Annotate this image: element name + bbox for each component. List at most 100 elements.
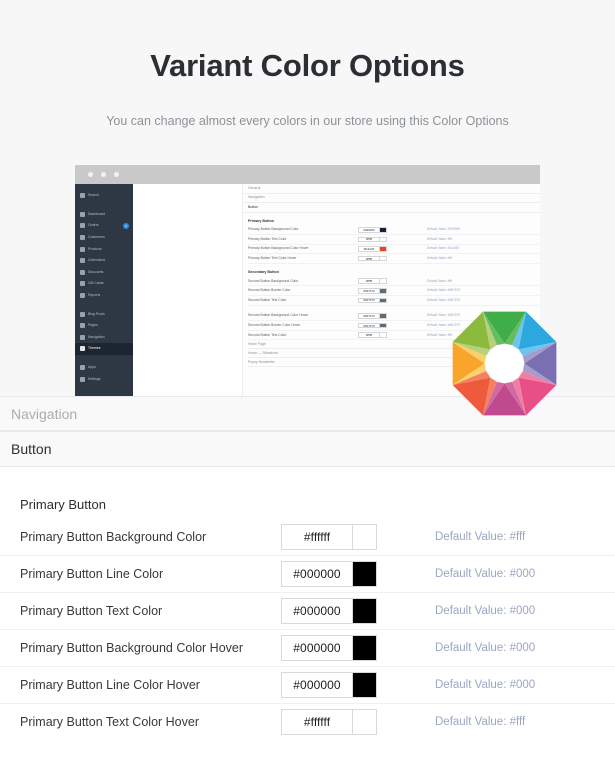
panel-section-navigation[interactable]: Navigation xyxy=(243,194,540,204)
panel-setting-row: Second Button Background Color#ffffff Def… xyxy=(248,277,540,287)
panel-default-value: Default Value: #fff xyxy=(427,237,452,242)
panel-color-control[interactable]: #667679 xyxy=(358,288,387,294)
sidebar-item-gift-cards[interactable]: Gift Cards xyxy=(75,278,133,290)
color-hex-input[interactable]: #000000 xyxy=(281,598,353,624)
panel-setting-row: Primary Button Text Color#ffffffDefault … xyxy=(248,235,540,245)
color-control[interactable]: #000000 xyxy=(281,672,377,698)
panel-color-swatch[interactable] xyxy=(380,227,387,233)
sidebar-item-orders[interactable]: Orders3 xyxy=(75,220,133,232)
panel-color-input[interactable]: #667679 xyxy=(358,288,380,294)
panel-color-input[interactable]: #ffffff xyxy=(358,237,380,243)
sidebar-item-pages[interactable]: Pages xyxy=(75,320,133,332)
panel-color-input[interactable]: #ffffff xyxy=(358,256,380,262)
panel-color-input[interactable]: #ffffff xyxy=(358,278,380,284)
color-control[interactable]: #000000 xyxy=(281,598,377,624)
panel-color-input[interactable]: #667679 xyxy=(358,323,380,329)
panel-color-input[interactable]: #667679 xyxy=(358,313,380,319)
sidebar-item-search[interactable]: Search xyxy=(75,190,133,202)
panel-color-input[interactable]: #090909 xyxy=(358,227,380,233)
cart-icon xyxy=(80,223,85,228)
sidebar-group-gap xyxy=(75,301,133,308)
panel-color-control[interactable]: #667679 xyxy=(358,313,387,319)
post-icon xyxy=(80,312,85,317)
color-swatch[interactable] xyxy=(353,598,377,624)
panel-section-button[interactable]: Button xyxy=(243,203,540,213)
panel-color-swatch[interactable] xyxy=(380,256,387,262)
panel-color-control[interactable]: #f14d30 xyxy=(358,246,387,252)
panel-color-swatch[interactable] xyxy=(380,298,387,304)
sidebar-item-collections[interactable]: Collections xyxy=(75,255,133,267)
panel-setting-label: Second Button Text Color xyxy=(248,298,356,303)
section-header-button[interactable]: Button xyxy=(0,431,615,467)
panel-color-swatch[interactable] xyxy=(380,313,387,319)
color-swatch[interactable] xyxy=(353,709,377,735)
sidebar-item-products[interactable]: Products xyxy=(75,243,133,255)
default-value-label: Default Value: #fff xyxy=(435,714,525,730)
color-hex-input[interactable]: #ffffff xyxy=(281,709,353,735)
sidebar-item-label: Search xyxy=(88,193,99,198)
color-hex-input[interactable]: #000000 xyxy=(281,672,353,698)
color-control[interactable]: #ffffff xyxy=(281,709,377,735)
sidebar-item-settings[interactable]: Settings xyxy=(75,373,133,385)
panel-color-control[interactable]: #ffffff xyxy=(358,237,387,243)
sidebar-item-label: Orders xyxy=(88,223,99,228)
color-hex-input[interactable]: #000000 xyxy=(281,635,353,661)
default-value-label: Default Value: #fff xyxy=(435,529,525,545)
color-control[interactable]: #000000 xyxy=(281,635,377,661)
color-swatch[interactable] xyxy=(353,524,377,550)
panel-color-control[interactable]: #090909 xyxy=(358,227,387,233)
panel-color-swatch[interactable] xyxy=(380,237,387,243)
percent-icon xyxy=(80,270,85,275)
sidebar-item-blog-posts[interactable]: Blog Posts xyxy=(75,308,133,320)
section-header-navigation-label: Navigation xyxy=(11,405,77,423)
setting-label: Primary Button Line Color xyxy=(20,565,163,583)
panel-default-value: Default Value: #fff xyxy=(427,279,452,284)
panel-color-input[interactable]: #667679 xyxy=(358,298,380,304)
panel-color-swatch[interactable] xyxy=(380,323,387,329)
color-swatch[interactable] xyxy=(353,635,377,661)
panel-color-control[interactable]: #ffffff xyxy=(358,278,387,284)
panel-default-value: Default Value: #fff xyxy=(427,256,452,261)
sidebar-item-apps[interactable]: Apps xyxy=(75,362,133,374)
panel-section-label: General xyxy=(248,186,260,191)
grid-icon xyxy=(80,258,85,263)
admin-sidebar: Search DashboardOrders3 Customers Products C… xyxy=(75,184,133,396)
panel-section-general[interactable]: General xyxy=(243,184,540,194)
panel-color-swatch[interactable] xyxy=(380,278,387,284)
panel-color-control[interactable]: #667679 xyxy=(358,298,387,304)
color-control[interactable]: #ffffff xyxy=(281,524,377,550)
panel-color-swatch[interactable] xyxy=(380,288,387,294)
sidebar-item-label: Customers xyxy=(88,235,105,240)
sidebar-item-reports[interactable]: Reports xyxy=(75,290,133,302)
color-control[interactable]: #000000 xyxy=(281,561,377,587)
panel-color-control[interactable]: #ffffff xyxy=(358,332,387,338)
sidebar-item-discounts[interactable]: Discounts xyxy=(75,267,133,279)
panel-color-swatch[interactable] xyxy=(380,246,387,252)
panel-footer-label: Popup Newsletter xyxy=(248,360,275,365)
table-row: Primary Button Text Color Hover#ffffffDe… xyxy=(0,704,615,740)
panel-color-input[interactable]: #ffffff xyxy=(358,332,380,338)
color-swatch[interactable] xyxy=(353,561,377,587)
panel-color-swatch[interactable] xyxy=(380,332,387,338)
color-hex-input[interactable]: #000000 xyxy=(281,561,353,587)
sidebar-item-navigation[interactable]: Navigation xyxy=(75,332,133,344)
window-dot-close-icon xyxy=(88,172,93,177)
panel-color-input[interactable]: #f14d30 xyxy=(358,246,380,252)
color-swatch[interactable] xyxy=(353,672,377,698)
panel-group: Primary ButtonPrimary Button Background … xyxy=(243,213,540,264)
panel-setting-label: Second Button Background Color xyxy=(248,279,356,284)
panel-setting-label: Second Button Border Color xyxy=(248,288,356,293)
panel-color-control[interactable]: #ffffff xyxy=(358,256,387,262)
sidebar-item-customers[interactable]: Customers xyxy=(75,232,133,244)
sidebar-item-label: Collections xyxy=(88,258,105,263)
search-icon xyxy=(80,193,85,198)
tag-icon xyxy=(80,247,85,252)
setting-label: Primary Button Line Color Hover xyxy=(20,676,200,694)
color-hex-input[interactable]: #ffffff xyxy=(281,524,353,550)
panel-color-control[interactable]: #667679 xyxy=(358,323,387,329)
table-row: Primary Button Line Color Hover#000000De… xyxy=(0,667,615,704)
panel-section-label: Button xyxy=(248,205,258,210)
sidebar-item-dashboard[interactable]: Dashboard xyxy=(75,209,133,221)
sidebar-group-gap xyxy=(75,202,133,209)
sidebar-item-themes[interactable]: Themes xyxy=(75,343,133,355)
